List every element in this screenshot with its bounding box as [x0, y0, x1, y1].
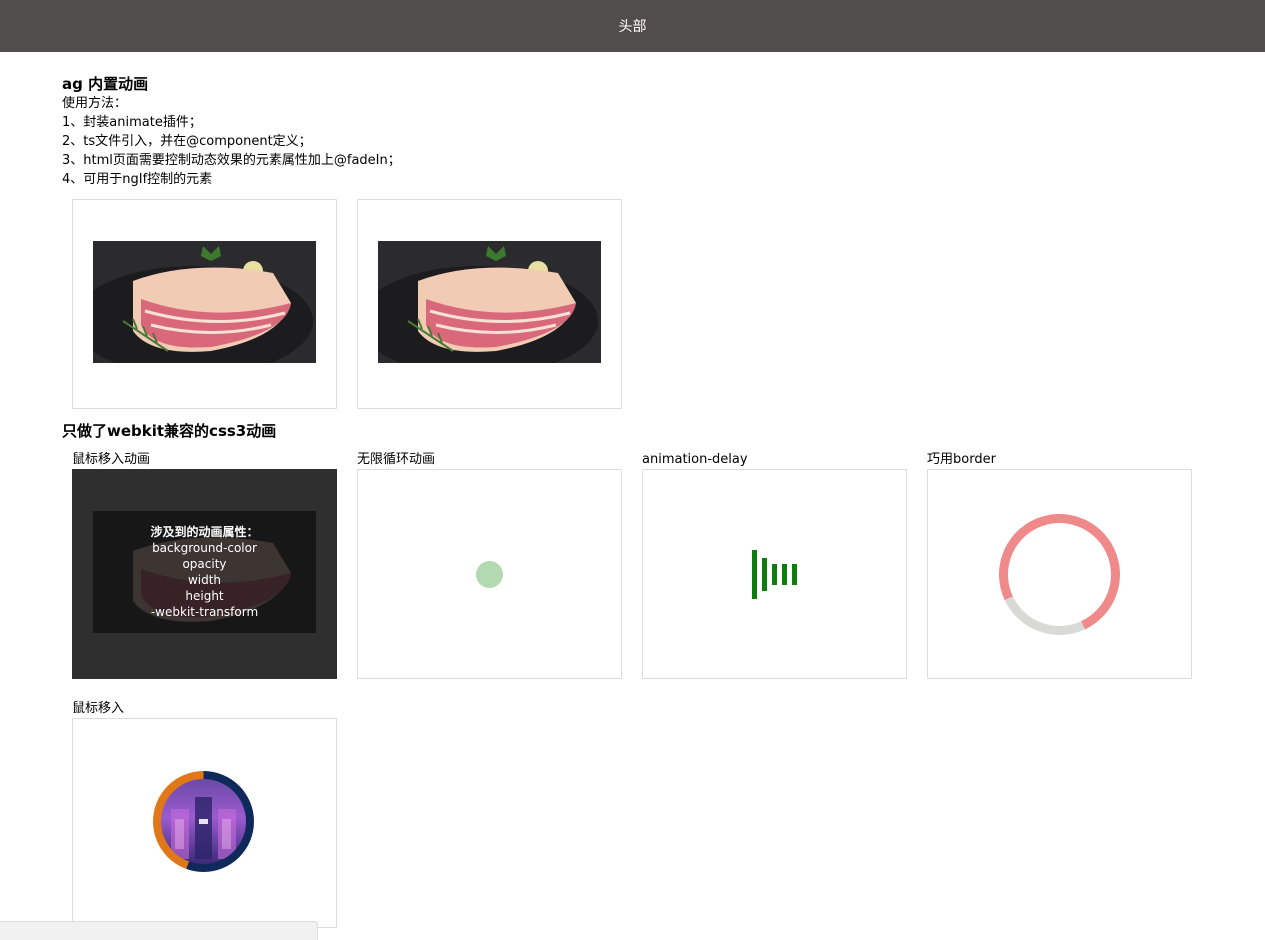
border-animation-label: 巧用border — [927, 452, 996, 467]
loop-dot — [476, 561, 503, 588]
overlay-item: -webkit-transform — [150, 605, 259, 619]
delay-bar — [762, 558, 767, 591]
loading-ring — [981, 496, 1138, 653]
overlay-item: opacity — [182, 557, 227, 571]
section-ag-animation-title: ag 内置动画 — [62, 75, 149, 93]
delay-bar — [782, 564, 787, 585]
delay-bar — [752, 550, 757, 599]
hover-overlay: 涉及到的动画属性： background-color opacity width… — [93, 511, 316, 633]
usage-line: 2、ts文件引入，并在@component定义； — [62, 134, 312, 149]
overlay-item: height — [185, 589, 224, 603]
page-header: 头部 — [0, 0, 1265, 52]
animate-demo-box-1[interactable] — [72, 199, 337, 409]
border-animation-box — [927, 469, 1192, 679]
delay-animation-label: animation-delay — [642, 452, 748, 467]
header-title: 头部 — [618, 19, 647, 35]
delay-bar — [772, 564, 777, 585]
usage-line: 4、可用于ngIf控制的元素 — [62, 172, 213, 187]
usage-line: 使用方法： — [62, 96, 128, 111]
delay-bar — [792, 564, 797, 585]
ios-animation-avatar-icon — [161, 779, 246, 864]
hover-label: 鼠标移入 — [72, 701, 125, 716]
hover-animation-box[interactable]: 涉及到的动画属性： background-color opacity width… — [72, 469, 337, 679]
overlay-item: background-color — [152, 541, 257, 555]
main-content: ag 内置动画 使用方法： 1、封装animate插件； 2、ts文件引入，并在… — [62, 74, 1242, 189]
animate-demo-box-2[interactable] — [357, 199, 622, 409]
overlay-title: 涉及到的动画属性： — [150, 525, 259, 539]
horizontal-scrollbar[interactable] — [0, 921, 318, 940]
usage-line: 1、封装animate插件； — [62, 115, 202, 130]
loop-animation-box — [357, 469, 622, 679]
section-css3-animation-title: 只做了webkit兼容的css3动画 — [62, 422, 277, 440]
hover-avatar-box[interactable] — [72, 718, 337, 928]
avatar-ring — [153, 771, 254, 872]
usage-line: 3、html页面需要控制动态效果的元素属性加上@fadeIn； — [62, 153, 401, 168]
hover-animation-label: 鼠标移入动画 — [72, 452, 151, 467]
delay-animation-box — [642, 469, 907, 679]
pork-photo-icon — [378, 241, 601, 363]
loop-animation-label: 无限循环动画 — [357, 452, 436, 467]
overlay-item: width — [187, 573, 222, 587]
pork-photo-icon — [93, 241, 316, 363]
